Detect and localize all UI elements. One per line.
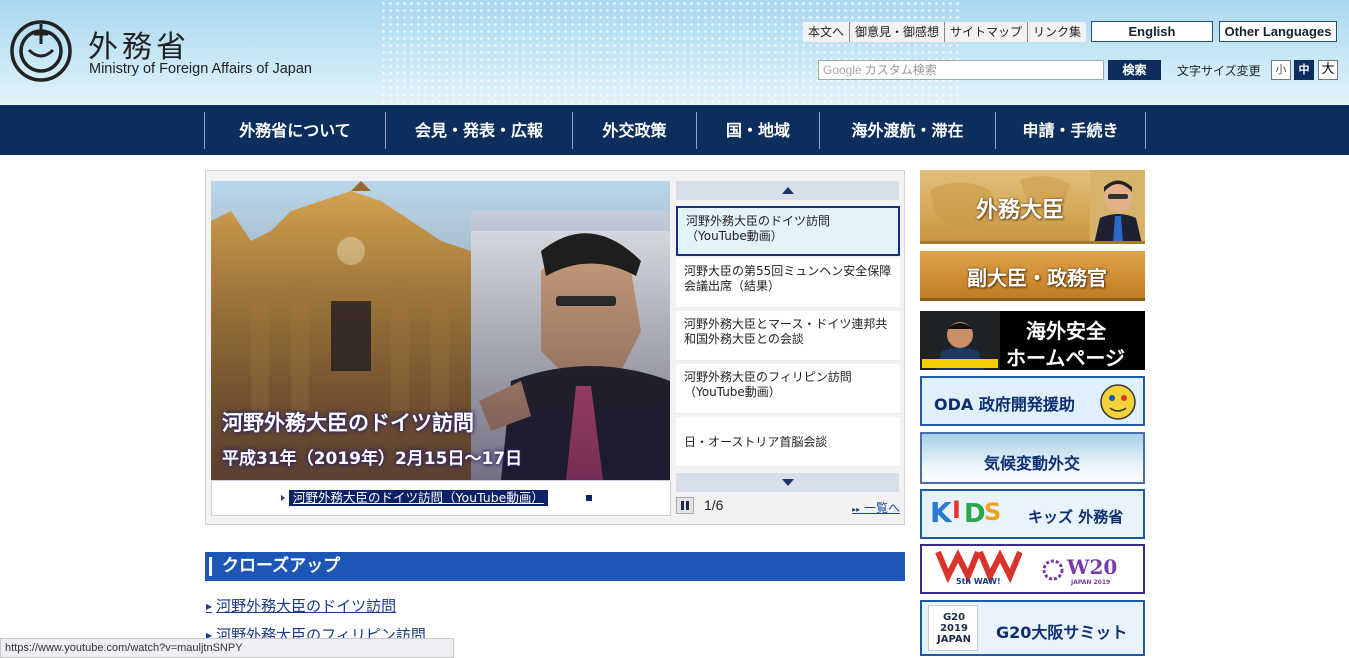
mofa-logo-icon[interactable] xyxy=(10,20,72,82)
svg-text:I: I xyxy=(952,496,961,524)
g20-logo-text: G20 2019 JAPAN xyxy=(937,612,971,645)
site-title-ja[interactable]: 外務省 xyxy=(88,22,190,66)
list-scroll-down-button[interactable] xyxy=(676,473,899,492)
banner-kids-label: キッズ 外務省 xyxy=(1028,508,1124,526)
utility-links: 本文へ 御意見・御感想 サイトマップ リンク集 xyxy=(803,22,1087,42)
banner-kids[interactable]: K I D S キッズ 外務省 xyxy=(920,489,1145,539)
nav-item-travel[interactable]: 海外渡航・滞在 xyxy=(820,112,996,149)
banner-overseas-safety[interactable]: 海外安全 ホームページ xyxy=(920,311,1145,370)
arrow-down-icon xyxy=(782,479,794,486)
kids-logo-icon: K I D S xyxy=(930,496,1001,529)
banner-climate-label: 気候変動外交 xyxy=(984,454,1081,473)
english-button[interactable]: English xyxy=(1091,21,1213,42)
site-header: 外務省 Ministry of Foreign Affairs of Japan… xyxy=(0,0,1349,105)
safety-mascot-icon xyxy=(920,311,1000,370)
external-link-icon xyxy=(584,493,592,501)
list-scroll-up-button[interactable] xyxy=(676,181,899,200)
pause-button[interactable] xyxy=(676,497,694,514)
font-size-medium-button[interactable]: 中 xyxy=(1294,60,1314,80)
banner-climate-diplomacy[interactable]: 気候変動外交 xyxy=(920,432,1145,484)
banner-oda[interactable]: ODA 政府開発援助 xyxy=(920,376,1145,426)
search-placeholder: カスタム検索 xyxy=(864,63,937,77)
oda-mascot-icon xyxy=(1100,384,1136,420)
view-all-link[interactable]: ▸▸ 一覧へ xyxy=(852,499,900,516)
slide-title: 河野外務大臣のドイツ訪問 xyxy=(222,411,474,435)
banner-g20-osaka[interactable]: G20 2019 JAPAN G20大阪サミット xyxy=(920,600,1145,656)
slider-controls: 1/6 ▸▸ 一覧へ xyxy=(676,495,900,517)
slider-list-item-active[interactable]: 河野外務大臣のドイツ訪問（YouTube動画） xyxy=(676,206,900,256)
util-link-links[interactable]: リンク集 xyxy=(1028,22,1086,42)
other-languages-button[interactable]: Other Languages xyxy=(1219,21,1337,42)
nav-item-procedures[interactable]: 申請・手続き xyxy=(996,112,1146,149)
browser-status-bar: https://www.youtube.com/watch?v=mauljtnS… xyxy=(0,638,454,658)
slide-counter: 1/6 xyxy=(704,497,724,513)
g20-logo-icon: G20 2019 JAPAN xyxy=(928,605,978,651)
bullet-icon: ▶ xyxy=(206,602,213,611)
slide-caption: 河野外務大臣のドイツ訪問（YouTube動画） xyxy=(211,480,671,516)
svg-text:K: K xyxy=(930,496,953,529)
banner-safety-line2: ホームページ xyxy=(1006,346,1125,370)
svg-text:D: D xyxy=(964,499,986,529)
slide-subtitle: 平成31年（2019年）2月15日～17日 xyxy=(222,449,523,469)
util-link-feedback[interactable]: 御意見・御感想 xyxy=(850,22,946,42)
closeup-item-label: 河野外務大臣のドイツ訪問 xyxy=(216,597,397,615)
site-title-en[interactable]: Ministry of Foreign Affairs of Japan xyxy=(89,61,312,77)
search-button[interactable]: 検索 xyxy=(1108,60,1161,80)
search-input[interactable]: Google カスタム検索 xyxy=(818,60,1104,80)
slider-list-item[interactable]: 河野外務大臣のフィリピン訪問（YouTube動画） xyxy=(676,364,900,414)
banner-vice-label: 副大臣・政務官 xyxy=(967,266,1107,290)
world-map-decoration xyxy=(380,0,960,105)
double-chevron-icon: ▸▸ xyxy=(852,505,861,514)
font-size-small-button[interactable]: 小 xyxy=(1271,60,1291,80)
banner-minister-label: 外務大臣 xyxy=(976,198,1065,223)
closeup-item[interactable]: ▶ 河野外務大臣のドイツ訪問 xyxy=(206,595,396,616)
google-brand-label: Google xyxy=(823,63,862,77)
banner-g20-label: G20大阪サミット xyxy=(996,623,1128,642)
banner-w20-sub: JAPAN 2019 xyxy=(1071,579,1111,586)
slide-image[interactable]: 河野外務大臣のドイツ訪問 平成31年（2019年）2月15日～17日 xyxy=(211,181,670,480)
banner-oda-label: ODA 政府開発援助 xyxy=(934,395,1075,414)
nav-item-policy[interactable]: 外交政策 xyxy=(573,112,697,149)
banner-safety-line1: 海外安全 xyxy=(1026,319,1106,343)
slider-list-item[interactable]: 河野大臣の第55回ミュンヘン安全保障会議出席（結果） xyxy=(676,258,900,308)
banner-w20-label: W20 xyxy=(1067,555,1118,579)
util-link-sitemap[interactable]: サイトマップ xyxy=(945,22,1029,42)
caption-bullet-icon xyxy=(281,495,285,501)
w20-flower-icon xyxy=(1042,559,1064,581)
minister-portrait-icon xyxy=(1090,170,1145,241)
banner-waw-w20[interactable]: 5th WAW! W20 JAPAN 2019 xyxy=(920,544,1145,594)
arrow-up-icon xyxy=(782,187,794,194)
banner-vice-ministers[interactable]: 副大臣・政務官 xyxy=(920,251,1145,301)
closeup-heading: クローズアップ xyxy=(205,552,905,581)
slide-caption-link[interactable]: 河野外務大臣のドイツ訪問（YouTube動画） xyxy=(289,490,548,506)
view-all-label: 一覧へ xyxy=(863,501,900,515)
slider-list-item[interactable]: 河野外務大臣とマース・ドイツ連邦共和国外務大臣との会談 xyxy=(676,311,900,361)
slider-list-item[interactable]: 日・オーストリア首脳会談 xyxy=(676,417,900,467)
news-slideshow: 河野外務大臣のドイツ訪問 平成31年（2019年）2月15日～17日 河野外務大… xyxy=(205,170,905,525)
svg-text:S: S xyxy=(984,498,1001,526)
font-size-label: 文字サイズ変更 xyxy=(1177,64,1261,78)
nav-item-press[interactable]: 会見・発表・広報 xyxy=(386,112,573,149)
font-size-large-button[interactable]: 大 xyxy=(1318,60,1338,80)
nav-item-regions[interactable]: 国・地域 xyxy=(697,112,820,149)
nav-item-about[interactable]: 外務省について xyxy=(205,112,386,149)
banner-foreign-minister[interactable]: 外務大臣 xyxy=(920,170,1145,244)
util-link-main-content[interactable]: 本文へ xyxy=(803,22,851,42)
banner-waw-label: 5th WAW! xyxy=(956,577,1001,586)
global-nav: 外務省について 会見・発表・広報 外交政策 国・地域 海外渡航・滞在 申請・手続… xyxy=(0,105,1349,155)
